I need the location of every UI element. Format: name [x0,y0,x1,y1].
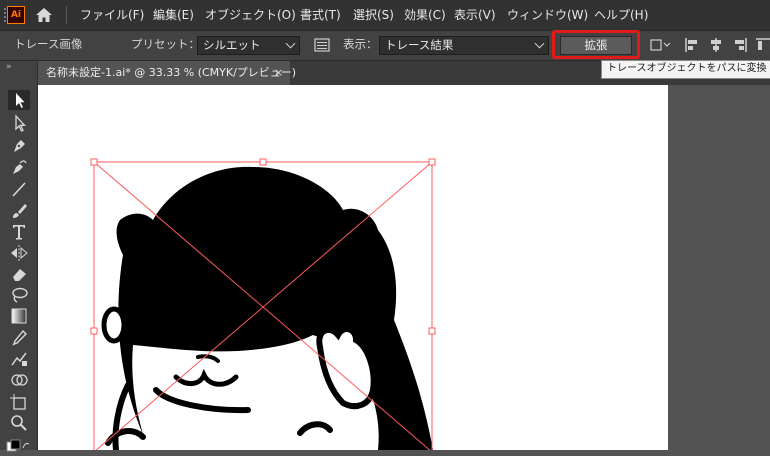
reflect-tool-icon[interactable] [8,243,30,263]
zoom-tool-icon[interactable] [8,413,30,433]
menu-effect[interactable]: 効果(C) [404,0,446,30]
view-dropdown[interactable]: トレース結果 [379,36,549,55]
chevron-down-icon [285,38,296,49]
menu-edit[interactable]: 編集(E) [153,0,194,30]
app-logo: Ai [7,6,25,24]
collapse-toolbar-icon[interactable]: » [6,61,12,73]
artboard-tool-icon[interactable] [8,392,30,412]
menu-divider [66,6,67,24]
view-label: 表示： [343,37,378,51]
align-left-icon[interactable] [684,37,700,53]
preset-value: シルエット [203,38,261,52]
traced-artwork[interactable] [38,85,668,450]
shape-builder-tool-icon[interactable] [8,370,30,390]
transform-icon[interactable] [650,37,671,53]
expand-tooltip: トレースオブジェクトをパスに変換 [601,60,770,79]
chevron-down-icon [534,38,545,49]
menu-window[interactable]: ウィンドウ(W) [507,0,588,30]
image-trace-panel-icon[interactable] [314,37,330,52]
gradient-tool-icon[interactable] [8,306,30,326]
selection-tool-icon[interactable] [8,90,30,110]
preset-label: プリセット： [131,37,200,51]
menu-type[interactable]: 書式(T) [300,0,341,30]
eraser-tool-icon[interactable] [8,264,30,284]
preset-dropdown[interactable]: シルエット [197,36,300,55]
align-top-icon[interactable] [756,37,770,53]
lasso-tool-icon[interactable] [8,285,30,305]
align-right-icon[interactable] [732,37,748,53]
image-trace-label: トレース画像 [14,37,83,51]
menu-view[interactable]: 表示(V) [454,0,496,30]
document-tab[interactable]: 名称未設定-1.ai* @ 33.33 % (CMYK/プレビュー) [38,61,296,85]
close-icon[interactable]: × [274,61,283,85]
type-tool-icon[interactable] [8,222,30,242]
blend-tool-icon[interactable] [8,349,30,369]
menu-file[interactable]: ファイル(F) [80,0,144,30]
direct-selection-tool-icon[interactable] [8,113,30,133]
line-segment-tool-icon[interactable] [8,179,30,199]
expand-button[interactable]: 拡張 [560,36,632,55]
fill-stroke-swatch[interactable] [6,437,32,452]
menu-select[interactable]: 選択(S) [353,0,394,30]
home-icon[interactable] [34,6,54,24]
pen-tool-icon[interactable] [8,135,30,155]
eyedropper-tool-icon[interactable] [8,328,30,348]
menu-help[interactable]: ヘルプ(H) [594,0,648,30]
view-value: トレース結果 [385,38,454,52]
curvature-tool-icon[interactable] [8,157,30,177]
grip-handle[interactable] [4,8,8,22]
menu-object[interactable]: オブジェクト(O) [205,0,296,30]
paintbrush-tool-icon[interactable] [8,201,30,221]
align-center-icon[interactable] [708,37,724,53]
